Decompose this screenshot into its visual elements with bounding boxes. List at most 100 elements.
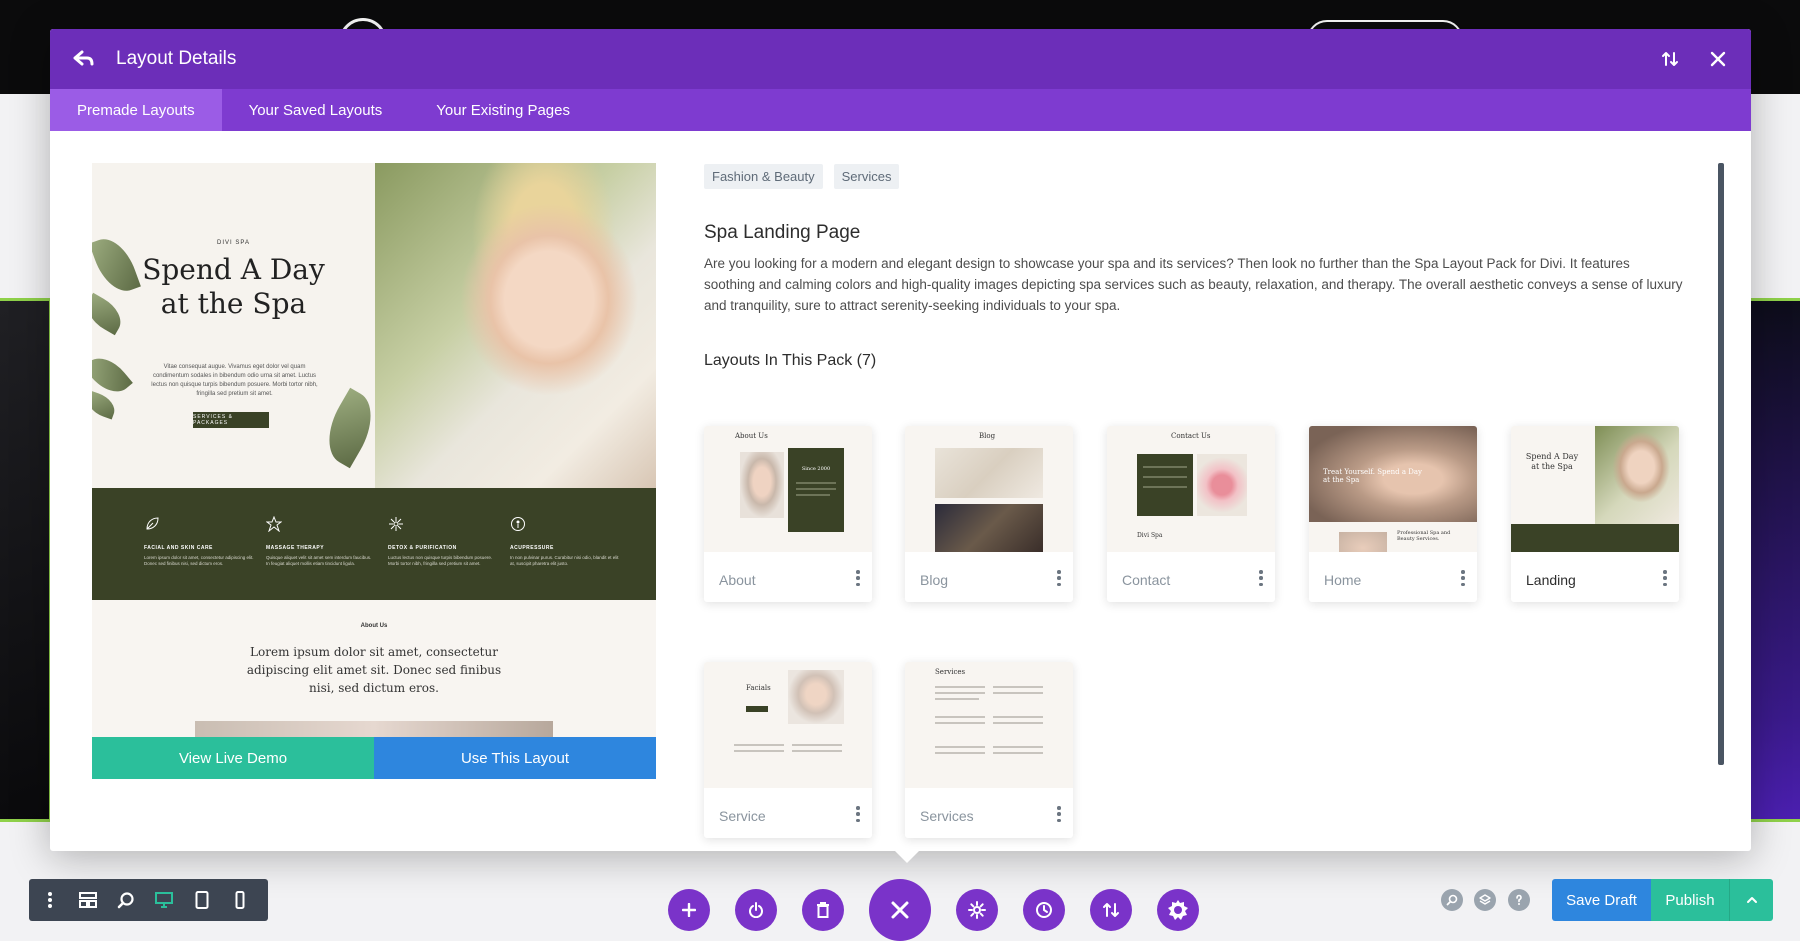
star-icon — [265, 515, 283, 533]
thumb-line — [935, 692, 985, 694]
preview-hero-button: SERVICES & PACKAGES — [193, 412, 269, 428]
use-this-layout-button[interactable]: Use This Layout — [374, 737, 656, 779]
thumb-line — [993, 722, 1043, 724]
portability-icon[interactable] — [1090, 889, 1132, 931]
more-options-icon[interactable] — [1055, 804, 1063, 824]
layout-card-contact[interactable]: Contact Us Divi Spa Contact — [1107, 426, 1275, 602]
thumb-line — [796, 488, 836, 490]
layout-thumbnail: Spend A Day at the Spa — [1511, 426, 1679, 552]
layout-card-label: Home — [1324, 572, 1362, 588]
preview-service-title: FACIAL AND SKIN CARE — [144, 545, 213, 551]
layout-thumbnail: Blog — [905, 426, 1073, 552]
preview-actions: View Live Demo Use This Layout — [92, 737, 656, 779]
layout-card-label: Blog — [920, 572, 949, 588]
flower-icon — [389, 517, 403, 531]
desktop-view-icon[interactable] — [153, 889, 175, 911]
preview-service-item: MASSAGE THERAPY Quisque aliquet velit si… — [265, 515, 376, 567]
preview-service-title: DETOX & PURIFICATION — [388, 545, 457, 551]
tab-saved-layouts[interactable]: Your Saved Layouts — [222, 89, 410, 131]
thumb-line — [935, 752, 985, 754]
thumb-caption: Professional Spa and Beauty Services. — [1397, 530, 1451, 542]
preview-hero: DIVI SPA Spend A Day at the Spa Vitae co… — [92, 163, 656, 488]
preview-hero-title: Spend A Day at the Spa — [142, 253, 325, 320]
acupressure-icon — [511, 517, 525, 531]
layout-card-label: Service — [719, 808, 766, 824]
publish-button[interactable]: Publish — [1651, 879, 1729, 921]
preview-service-title: MASSAGE THERAPY — [266, 545, 325, 551]
history-icon[interactable] — [1023, 889, 1065, 931]
thumb-line — [796, 494, 830, 496]
tab-premade-layouts[interactable]: Premade Layouts — [50, 89, 222, 131]
more-menu-icon[interactable] — [39, 889, 61, 911]
view-mode-toolbar — [29, 879, 268, 921]
layout-card-about[interactable]: About Us Since 2000 About — [704, 426, 872, 602]
layout-card-services[interactable]: Services Services — [905, 662, 1073, 838]
close-icon[interactable] — [1705, 46, 1731, 72]
layout-card-home[interactable]: Treat Yourself. Spend a Day at the Spa P… — [1309, 426, 1477, 602]
thumb-line — [935, 722, 985, 724]
leaf-icon — [146, 517, 159, 530]
layout-card-blog[interactable]: Blog Blog — [905, 426, 1073, 602]
thumb-line — [935, 698, 979, 700]
layout-description: Are you looking for a modern and elegant… — [704, 256, 1683, 313]
thumb-line — [792, 744, 842, 746]
back-arrow-icon[interactable] — [70, 45, 98, 73]
page-settings-icon[interactable] — [1157, 889, 1199, 931]
more-options-icon[interactable] — [1459, 568, 1467, 588]
layers-icon[interactable] — [1474, 889, 1496, 911]
more-options-icon[interactable] — [854, 804, 862, 824]
more-options-icon[interactable] — [854, 568, 862, 588]
more-options-icon[interactable] — [1257, 568, 1265, 588]
preview-hero-text-panel: DIVI SPA Spend A Day at the Spa Vitae co… — [92, 163, 385, 488]
tag-services[interactable]: Services — [833, 164, 900, 189]
layout-card-landing[interactable]: Spend A Day at the Spa Landing — [1511, 426, 1679, 602]
thumb-line — [935, 716, 985, 718]
modal-tabs: Premade Layouts Your Saved Layouts Your … — [50, 89, 1751, 131]
search-icon[interactable] — [1441, 889, 1463, 911]
layout-preview: DIVI SPA Spend A Day at the Spa Vitae co… — [92, 163, 656, 779]
gear-icon[interactable] — [956, 889, 998, 931]
leaf-decoration — [92, 390, 119, 420]
save-draft-button[interactable]: Save Draft — [1552, 879, 1651, 921]
more-options-icon[interactable] — [1055, 568, 1063, 588]
layout-tags: Fashion & Beauty Services — [704, 164, 900, 189]
thumb-caption: Divi Spa — [1137, 532, 1163, 539]
close-builder-icon[interactable] — [869, 879, 931, 941]
background-right-section — [1750, 298, 1800, 822]
zoom-icon[interactable] — [115, 889, 137, 911]
preview-service-item: DETOX & PURIFICATION Luctus lectus non q… — [388, 516, 498, 567]
phone-view-icon[interactable] — [229, 889, 251, 911]
preview-services-band: FACIAL AND SKIN CARE Lorem ipsum dolor s… — [92, 488, 656, 600]
thumb-line — [1143, 466, 1187, 468]
thumb-form-panel — [1137, 454, 1193, 516]
thumb-title: Facials — [746, 684, 771, 692]
scrollbar[interactable] — [1718, 163, 1724, 765]
thumb-line — [1143, 486, 1187, 488]
layout-card-service[interactable]: Facials Service — [704, 662, 872, 838]
power-icon[interactable] — [735, 889, 777, 931]
wireframe-view-icon[interactable] — [77, 889, 99, 911]
view-live-demo-button[interactable]: View Live Demo — [92, 737, 374, 779]
layout-name: Spa Landing Page — [704, 222, 861, 243]
thumb-photo — [1339, 532, 1387, 552]
sort-arrows-icon[interactable] — [1657, 46, 1683, 72]
expand-options-button[interactable] — [1729, 879, 1773, 921]
modal-title: Layout Details — [116, 48, 237, 69]
thumb-photo — [740, 452, 784, 518]
thumb-title: Services — [935, 668, 966, 676]
tab-existing-pages[interactable]: Your Existing Pages — [409, 89, 597, 131]
help-icon[interactable] — [1508, 889, 1530, 911]
add-icon[interactable] — [668, 889, 710, 931]
tablet-view-icon[interactable] — [191, 889, 213, 911]
thumb-band — [1511, 524, 1679, 552]
thumb-title: Blog — [979, 432, 996, 440]
preview-service-desc: In non pulvinar purus. Curabitur nisi od… — [510, 555, 619, 566]
thumb-line — [1143, 476, 1187, 478]
preview-kicker: DIVI SPA — [217, 240, 250, 246]
trash-icon[interactable] — [802, 889, 844, 931]
thumb-line — [935, 746, 985, 748]
more-options-icon[interactable] — [1661, 568, 1669, 588]
thumb-title: Contact Us — [1171, 432, 1211, 440]
tag-fashion-beauty[interactable]: Fashion & Beauty — [704, 164, 823, 189]
thumb-line — [993, 752, 1043, 754]
